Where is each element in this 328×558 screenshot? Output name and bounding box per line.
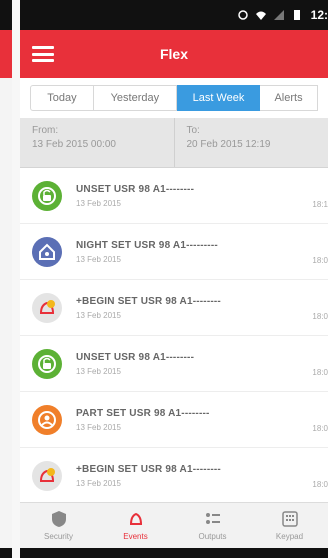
event-list: UNSET USR 98 A1-------- 13 Feb 2015 18:1… bbox=[20, 168, 328, 504]
signal-icon bbox=[273, 10, 284, 20]
event-date: 13 Feb 2015 bbox=[76, 366, 121, 376]
nav-label: Events bbox=[123, 532, 148, 541]
event-time: 18:0 bbox=[312, 256, 328, 265]
to-range[interactable]: To: 20 Feb 2015 12:19 bbox=[173, 118, 328, 167]
unset-icon bbox=[32, 180, 62, 211]
sync-icon bbox=[237, 10, 248, 20]
from-label: From: bbox=[32, 125, 59, 136]
unset-icon bbox=[32, 348, 62, 379]
status-bar: 12: bbox=[20, 0, 328, 30]
event-date: 13 Feb 2015 bbox=[76, 310, 121, 320]
part-set-icon bbox=[32, 404, 62, 435]
event-name: +BEGIN SET USR 98 A1-------- bbox=[76, 295, 221, 307]
system-nav-bar bbox=[20, 548, 328, 558]
nav-security[interactable]: Security bbox=[20, 503, 97, 548]
period-tabs: Today Yesterday Last Week Alerts bbox=[20, 78, 328, 118]
to-value: 20 Feb 2015 12:19 bbox=[186, 139, 271, 150]
wifi-icon bbox=[255, 11, 266, 20]
nav-outputs[interactable]: Outputs bbox=[174, 503, 251, 548]
event-time: 18:0 bbox=[312, 312, 328, 321]
nav-label: Outputs bbox=[198, 532, 227, 541]
page-title: Flex bbox=[159, 46, 188, 62]
keypad-icon bbox=[281, 511, 298, 527]
list-item[interactable]: PART SET USR 98 A1-------- 13 Feb 2015 1… bbox=[20, 392, 328, 448]
event-time: 18:0 bbox=[312, 424, 328, 433]
event-name: +BEGIN SET USR 98 A1-------- bbox=[76, 463, 221, 475]
menu-icon[interactable] bbox=[32, 46, 54, 62]
event-date: 13 Feb 2015 bbox=[76, 254, 121, 264]
nav-events[interactable]: Events bbox=[97, 503, 174, 548]
event-name: UNSET USR 98 A1-------- bbox=[76, 351, 195, 363]
from-value: 13 Feb 2015 00:00 bbox=[32, 139, 116, 150]
nav-keypad[interactable]: Keypad bbox=[251, 503, 328, 548]
events-icon bbox=[129, 512, 142, 525]
nav-label: Security bbox=[44, 532, 73, 541]
list-item[interactable]: UNSET USR 98 A1-------- 13 Feb 2015 18:1 bbox=[20, 168, 328, 224]
tab-yesterday[interactable]: Yesterday bbox=[93, 85, 177, 111]
nav-label: Keypad bbox=[275, 532, 304, 541]
battery-icon bbox=[293, 10, 300, 20]
event-date: 13 Feb 2015 bbox=[76, 422, 121, 432]
event-time: 18:0 bbox=[312, 368, 328, 377]
event-time: 18:1 bbox=[312, 200, 328, 209]
event-name: UNSET USR 98 A1-------- bbox=[76, 183, 195, 195]
date-range: From: 13 Feb 2015 00:00 To: 20 Feb 2015 … bbox=[20, 118, 328, 168]
bottom-navigation: Security Events Outputs Keypad bbox=[20, 502, 328, 548]
from-range[interactable]: From: 13 Feb 2015 00:00 bbox=[20, 118, 174, 167]
app-screen: 12: Flex Today Yesterday Last Week Alert… bbox=[20, 0, 328, 558]
clock: 12: bbox=[310, 8, 328, 22]
list-item[interactable]: UNSET USR 98 A1-------- 13 Feb 2015 18:0 bbox=[20, 336, 328, 392]
previous-screen-edge bbox=[0, 0, 12, 558]
begin-set-icon bbox=[32, 460, 62, 491]
tab-last-week[interactable]: Last Week bbox=[176, 85, 261, 111]
app-bar: Flex bbox=[20, 30, 328, 78]
event-date: 13 Feb 2015 bbox=[76, 478, 121, 488]
event-name: NIGHT SET USR 98 A1--------- bbox=[76, 239, 218, 251]
list-item[interactable]: +BEGIN SET USR 98 A1-------- 13 Feb 2015… bbox=[20, 280, 328, 336]
outputs-icon bbox=[205, 513, 220, 524]
tab-today[interactable]: Today bbox=[30, 85, 94, 111]
tab-alerts[interactable]: Alerts bbox=[260, 85, 319, 111]
begin-set-icon bbox=[32, 292, 62, 323]
screen: 12: Flex Today Yesterday Last Week Alert… bbox=[0, 0, 328, 558]
to-label: To: bbox=[186, 125, 200, 136]
list-item[interactable]: +BEGIN SET USR 98 A1-------- 13 Feb 2015… bbox=[20, 448, 328, 504]
event-name: PART SET USR 98 A1-------- bbox=[76, 407, 210, 419]
security-icon bbox=[51, 511, 66, 527]
night-set-icon bbox=[32, 236, 62, 267]
event-date: 13 Feb 2015 bbox=[76, 198, 121, 208]
event-time: 18:0 bbox=[312, 480, 328, 489]
list-item[interactable]: NIGHT SET USR 98 A1--------- 13 Feb 2015… bbox=[20, 224, 328, 280]
